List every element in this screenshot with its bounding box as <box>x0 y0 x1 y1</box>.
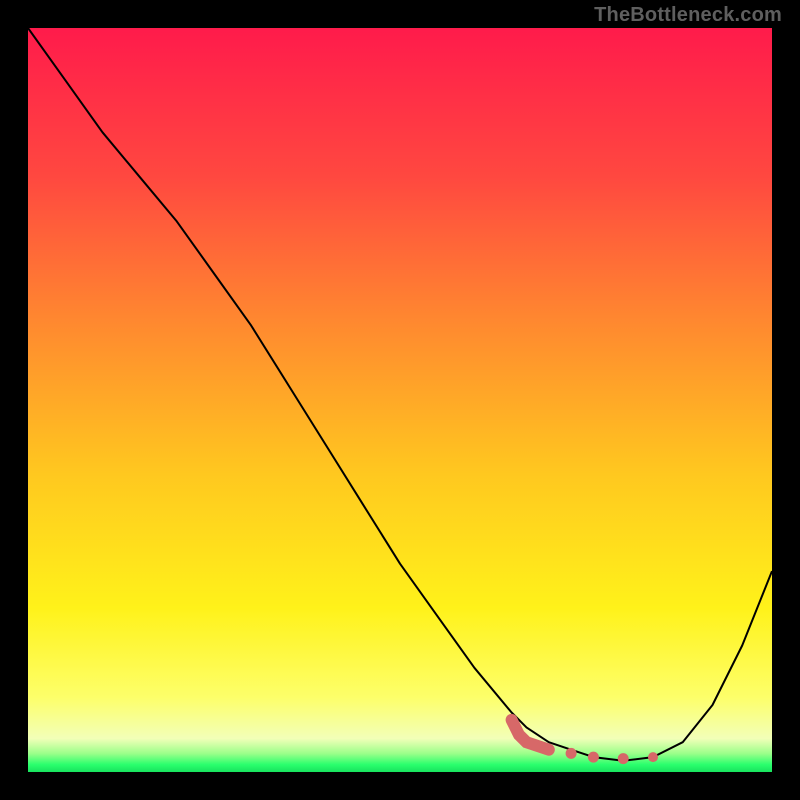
bottleneck-curve <box>28 28 772 761</box>
highlight-dot <box>618 753 629 764</box>
highlight-group <box>512 720 658 764</box>
attribution-text: TheBottleneck.com <box>594 4 782 27</box>
chart-frame: TheBottleneck.com <box>0 0 800 800</box>
highlight-dot <box>588 752 599 763</box>
curve-layer <box>28 28 772 772</box>
plot-area <box>28 28 772 772</box>
highlight-segment <box>512 720 549 750</box>
highlight-dot <box>648 752 658 762</box>
highlight-dot <box>566 748 577 759</box>
